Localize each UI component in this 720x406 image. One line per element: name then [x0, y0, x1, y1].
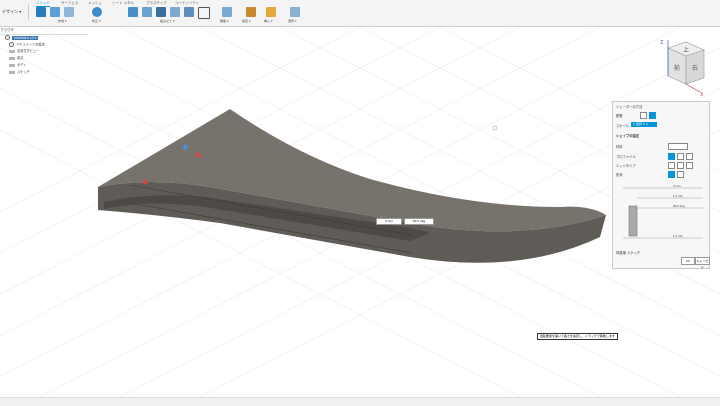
viewcube-right-label: 右: [692, 64, 698, 72]
row-label: 材料: [616, 145, 623, 149]
ok-button[interactable]: OK: [681, 257, 695, 265]
dimension-preview: [623, 187, 703, 239]
dim-label[interactable]: 2 mm: [673, 185, 681, 188]
shape-option[interactable]: [677, 171, 684, 178]
dialog-title: シェーダーの寸法: [616, 105, 643, 109]
row-label: エッジタイプ: [616, 164, 636, 168]
tab-utility[interactable]: ユーティリティ: [175, 1, 199, 6]
tab-sheet-metal[interactable]: シート メタル: [112, 1, 134, 6]
move-icon[interactable]: [198, 7, 210, 19]
construct-icon[interactable]: [222, 7, 232, 17]
z-axis-label: Z: [660, 40, 664, 46]
profile-option-selected[interactable]: [668, 153, 675, 160]
construct-menu[interactable]: 構築 ▾: [220, 19, 228, 23]
workspace-switcher[interactable]: デザイン ▾: [2, 4, 29, 20]
profile-option[interactable]: [677, 153, 684, 160]
select-menu[interactable]: 選択 ▾: [288, 19, 296, 23]
x-axis-label: X: [700, 92, 704, 98]
edge-option[interactable]: [686, 162, 693, 169]
type-option-selected[interactable]: [649, 112, 656, 119]
viewcube-top-label: 上: [683, 46, 689, 54]
row-label: 形状: [616, 173, 623, 177]
midplane-icon[interactable]: [184, 7, 194, 17]
canvas-angle-input[interactable]: 90.5 deg: [404, 218, 434, 225]
profile-option[interactable]: [686, 153, 693, 160]
row-label: プロファイル: [616, 155, 636, 159]
new-component-icon[interactable]: [36, 7, 46, 17]
row-label: スケール: [616, 124, 630, 128]
cancel-button[interactable]: キャンセル: [695, 257, 710, 269]
joint-icon[interactable]: [128, 7, 138, 17]
inspect-menu[interactable]: 検査 ▾: [242, 19, 250, 23]
insert-icon[interactable]: [266, 7, 276, 17]
canvas-dim-input[interactable]: 3 mm: [376, 218, 402, 225]
create-menu[interactable]: 作成 ▾: [58, 19, 66, 23]
preview-shape: [628, 205, 638, 237]
dim-label[interactable]: 90.5 deg: [673, 205, 685, 208]
selection-chip[interactable]: 1 選択 0 ×: [631, 122, 657, 127]
manipulator-handle-icon[interactable]: [195, 152, 201, 158]
material-dropdown[interactable]: [668, 143, 688, 150]
dim-label[interactable]: 1.5 mm: [673, 235, 683, 238]
manipulator-handle-icon[interactable]: [142, 179, 148, 185]
section-header[interactable]: シェイプの設定: [616, 133, 639, 138]
assemble-menu[interactable]: 組み立て ▾: [160, 19, 174, 23]
viewcube[interactable]: 上 前 右 Z X: [656, 38, 708, 98]
insert-menu[interactable]: 挿入 ▾: [264, 19, 272, 23]
select-icon[interactable]: [290, 7, 300, 17]
axis-icon[interactable]: [156, 7, 166, 17]
dim-label[interactable]: 1.5 mm: [673, 195, 683, 198]
edge-option[interactable]: [668, 162, 675, 169]
offset-plane-icon[interactable]: [142, 7, 152, 17]
origin-marker-icon: [492, 125, 498, 131]
tab-plastic[interactable]: プラスチック: [146, 1, 167, 6]
measure-icon[interactable]: [246, 7, 256, 17]
manipulator-handle-icon[interactable]: [182, 144, 188, 150]
viewcube-front-label: 前: [674, 64, 680, 72]
viewcube-graphic[interactable]: 上 前 右 Z X: [656, 38, 708, 98]
edge-option[interactable]: [677, 162, 684, 169]
canvas-tooltip: 回転要素を開いて長さを指定し、ドラッグで移動します: [537, 333, 618, 340]
type-option[interactable]: [640, 112, 647, 119]
top-toolbar: デザイン ▾ ソリッド サーフェス メッシュ シート メタル プラスチック ユー…: [0, 0, 720, 27]
revolve-icon[interactable]: [64, 7, 74, 17]
point-icon[interactable]: [170, 7, 180, 17]
feature-dialog: シェーダーの寸法 配置 スケール 1 選択 0 × シェイプの設定 材料 プロフ…: [612, 101, 710, 269]
x-axis-icon: [685, 83, 701, 93]
row-label: 配置: [616, 114, 623, 118]
tab-mesh[interactable]: メッシュ: [88, 1, 102, 6]
extrude-icon[interactable]: [50, 7, 60, 17]
press-pull-icon[interactable]: [92, 7, 102, 17]
section-footer[interactable]: 荷重線 スケッチ: [616, 250, 640, 255]
shape-option-selected[interactable]: [668, 171, 675, 178]
modify-menu[interactable]: 修正 ▾: [92, 19, 100, 23]
tab-surface[interactable]: サーフェス: [61, 1, 78, 6]
